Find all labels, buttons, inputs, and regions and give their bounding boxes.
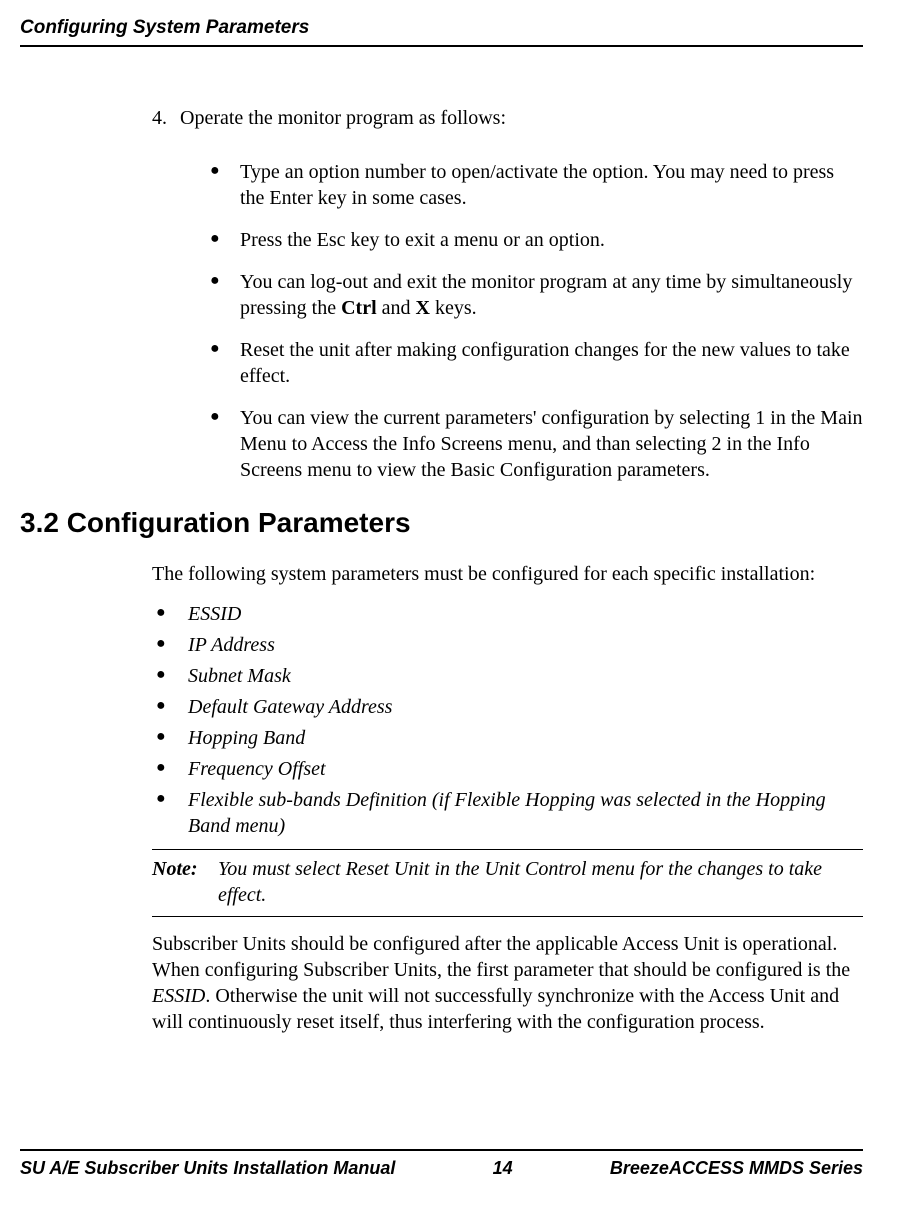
bullet-text: Type an option number to open/activate t… (240, 159, 863, 211)
step-number: 4. (152, 105, 180, 131)
header-title: Configuring System Parameters (20, 17, 309, 38)
bullet-icon: ● (156, 725, 188, 751)
note-label: Note: (152, 856, 218, 908)
footer-page-number: 14 (493, 1157, 513, 1180)
param-text: Subnet Mask (188, 663, 291, 689)
bullet-icon: ● (156, 601, 188, 627)
bullet-icon: ● (156, 694, 188, 720)
bullet-icon: ● (210, 159, 240, 211)
section-intro: The following system parameters must be … (152, 561, 863, 587)
list-item: ● Press the Esc key to exit a menu or an… (210, 227, 863, 253)
param-text: IP Address (188, 632, 275, 658)
list-item: ●Flexible sub-bands Definition (if Flexi… (156, 787, 863, 839)
list-item: ● Type an option number to open/activate… (210, 159, 863, 211)
page-footer: SU A/E Subscriber Units Installation Man… (20, 1149, 863, 1180)
text-fragment: and (377, 297, 416, 319)
note-text: You must select Reset Unit in the Unit C… (218, 856, 863, 908)
list-item: ●Subnet Mask (156, 663, 863, 689)
bold-key: X (416, 297, 430, 319)
bullet-text: Reset the unit after making configuratio… (240, 337, 863, 389)
bullet-icon: ● (210, 405, 240, 483)
list-item: ● Reset the unit after making configurat… (210, 337, 863, 389)
list-item: ●Hopping Band (156, 725, 863, 751)
list-item: ●Frequency Offset (156, 756, 863, 782)
list-item: ● You can log-out and exit the monitor p… (210, 269, 863, 321)
list-item: ●Default Gateway Address (156, 694, 863, 720)
bullet-text: You can view the current parameters' con… (240, 405, 863, 483)
note-block: Note: You must select Reset Unit in the … (152, 849, 863, 917)
bullet-icon: ● (156, 756, 188, 782)
list-item: ●ESSID (156, 601, 863, 627)
bullet-icon: ● (156, 663, 188, 689)
italic-term: ESSID (152, 985, 205, 1007)
bold-key: Ctrl (341, 297, 377, 319)
bullet-icon: ● (156, 787, 188, 839)
step-bullets: ● Type an option number to open/activate… (210, 159, 863, 483)
bullet-icon: ● (210, 337, 240, 389)
main-content: 4. Operate the monitor program as follow… (152, 105, 863, 1119)
bullet-text: You can log-out and exit the monitor pro… (240, 269, 863, 321)
param-text: Flexible sub-bands Definition (if Flexib… (188, 787, 863, 839)
param-text: ESSID (188, 601, 241, 627)
bullet-icon: ● (210, 269, 240, 321)
step-text: Operate the monitor program as follows: (180, 105, 506, 131)
bullet-text: Press the Esc key to exit a menu or an o… (240, 227, 863, 253)
param-text: Default Gateway Address (188, 694, 392, 720)
list-item: ●IP Address (156, 632, 863, 658)
footer-right: BreezeACCESS MMDS Series (610, 1157, 863, 1180)
step-4: 4. Operate the monitor program as follow… (152, 105, 863, 131)
text-fragment: keys. (430, 297, 477, 319)
text-fragment: You can log-out and exit the monitor pro… (240, 271, 852, 319)
footer-left: SU A/E Subscriber Units Installation Man… (20, 1157, 395, 1180)
param-list: ●ESSID ●IP Address ●Subnet Mask ●Default… (156, 601, 863, 839)
closing-paragraph: Subscriber Units should be configured af… (152, 931, 863, 1035)
param-text: Frequency Offset (188, 756, 326, 782)
text-fragment: . Otherwise the unit will not successful… (152, 985, 839, 1033)
page-header: Configuring System Parameters (20, 16, 863, 47)
param-text: Hopping Band (188, 725, 305, 751)
section-heading: 3.2 Configuration Parameters (20, 505, 863, 541)
bullet-icon: ● (210, 227, 240, 253)
list-item: ● You can view the current parameters' c… (210, 405, 863, 483)
text-fragment: Subscriber Units should be configured af… (152, 933, 850, 981)
bullet-icon: ● (156, 632, 188, 658)
